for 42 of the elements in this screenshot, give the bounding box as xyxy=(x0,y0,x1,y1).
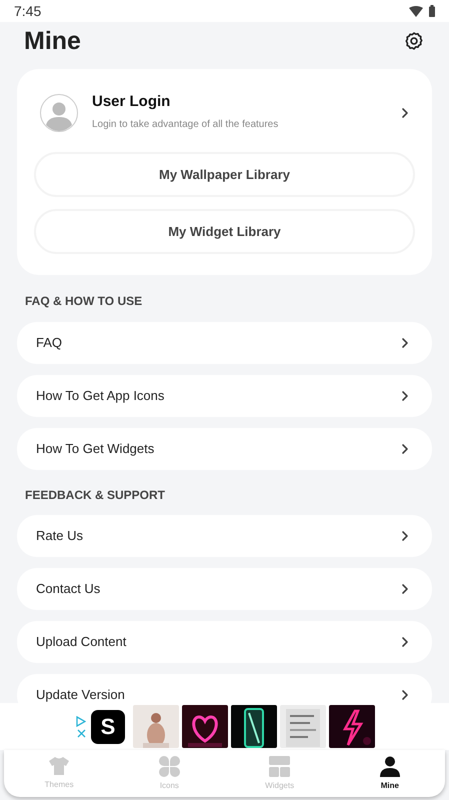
chevron-icon xyxy=(401,443,409,455)
app-logo[interactable]: S xyxy=(91,710,125,744)
library-button[interactable]: My Widget Library xyxy=(34,209,415,254)
menu-item-label: How To Get App Icons xyxy=(36,389,164,403)
battery-icon xyxy=(429,5,435,17)
page-title: Mine xyxy=(24,26,81,56)
login-title: User Login xyxy=(92,93,172,111)
login-subtitle: Login to take advantage of all the features xyxy=(92,118,280,132)
settings-button[interactable] xyxy=(403,30,425,52)
wifi-icon xyxy=(409,6,423,16)
section-heading: FAQ & HOW TO USE xyxy=(24,293,144,310)
settings-icon xyxy=(404,31,424,51)
menu-item[interactable]: Rate Us xyxy=(17,515,432,557)
login-row[interactable]: User Login Login to take advantage of all the features xyxy=(34,93,415,132)
person-icon xyxy=(380,756,400,776)
avatar-icon xyxy=(40,94,78,132)
library-button[interactable]: My Wallpaper Library xyxy=(34,152,415,197)
menu-item-label: FAQ xyxy=(36,336,62,350)
menu-item-label: Contact Us xyxy=(36,582,100,596)
petals-icon xyxy=(158,756,180,776)
chevron-icon xyxy=(401,583,409,595)
section-heading: FEEDBACK & SUPPORT xyxy=(24,487,166,504)
menu-item[interactable]: Upload Content xyxy=(17,621,432,663)
menu-item[interactable]: Contact Us xyxy=(17,568,432,610)
tiles-icon xyxy=(269,756,290,776)
chevron-icon xyxy=(401,689,409,701)
menu-item[interactable]: How To Get Widgets xyxy=(17,428,432,470)
menu-item-label: Update Version xyxy=(36,688,125,702)
menu-item-label: How To Get Widgets xyxy=(36,442,154,456)
menu-item[interactable]: How To Get App Icons xyxy=(17,375,432,417)
nav-tab[interactable]: Mine xyxy=(334,750,445,797)
menu-item-label: Rate Us xyxy=(36,529,83,543)
shirt-icon xyxy=(48,756,70,776)
chevron-icon xyxy=(401,636,409,648)
chevron-icon xyxy=(401,390,409,402)
chevron-icon xyxy=(401,337,409,349)
status-time: 7:45 xyxy=(14,2,42,20)
chevron-icon xyxy=(401,530,409,542)
menu-item[interactable]: FAQ xyxy=(17,322,432,364)
menu-item-label: Upload Content xyxy=(36,635,126,649)
chevron-icon xyxy=(401,106,409,118)
menu-item[interactable]: Update Version xyxy=(17,674,432,703)
